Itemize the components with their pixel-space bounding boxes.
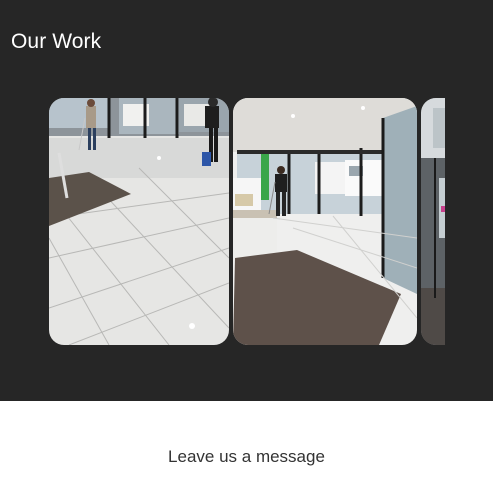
section-title: Our Work <box>11 30 102 53</box>
image-carousel[interactable] <box>49 98 445 345</box>
carousel-slide-1[interactable] <box>49 98 229 345</box>
entrance-mopping-photo <box>233 98 417 345</box>
carousel-slide-2[interactable] <box>233 98 417 345</box>
leave-message-heading: Leave us a message <box>168 447 325 466</box>
lobby-floor-cleaning-photo <box>49 98 229 345</box>
page: Our Work Leave us a message <box>0 0 493 493</box>
message-section: Leave us a message <box>0 401 493 493</box>
our-work-section: Our Work <box>0 0 493 401</box>
carousel-slide-3[interactable] <box>421 98 445 345</box>
partial-next-photo <box>421 98 445 345</box>
